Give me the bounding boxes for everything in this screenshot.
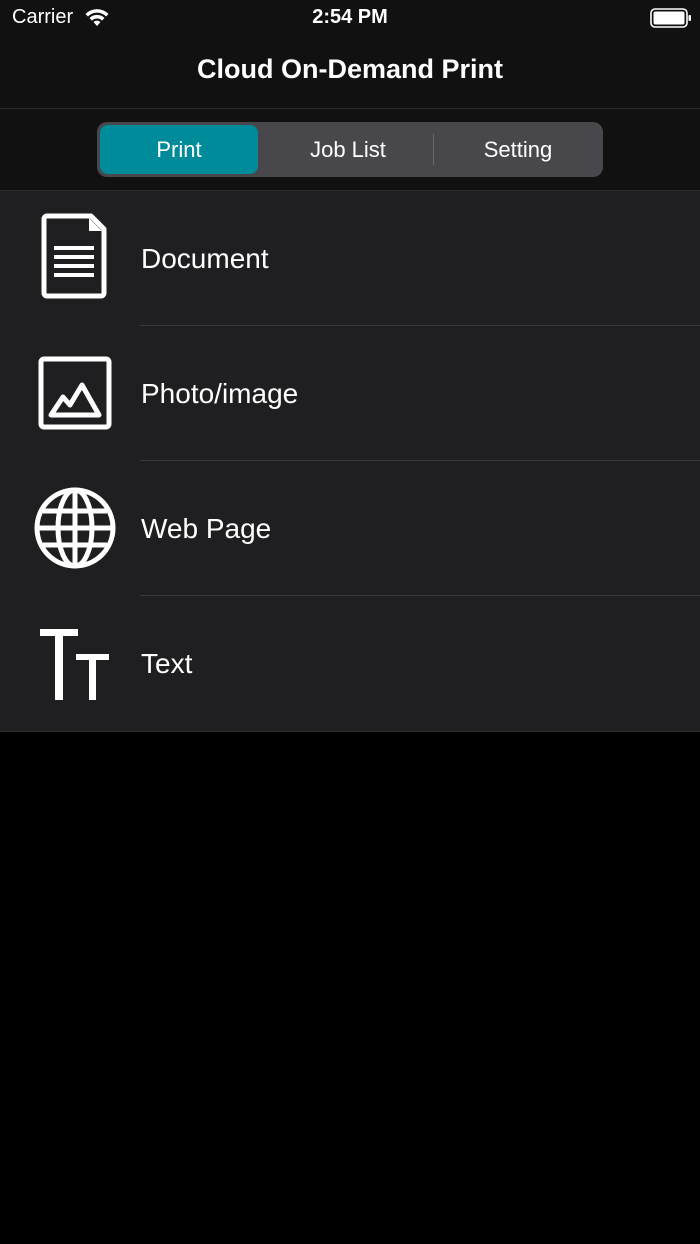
print-type-list: Document Photo/image Web Page Text <box>0 191 700 732</box>
tab-job-list[interactable]: Job List <box>265 125 431 174</box>
list-item-photo-image[interactable]: Photo/image <box>0 326 700 461</box>
web-page-label: Web Page <box>141 513 272 544</box>
status-bar: Carrier 2:54 PM <box>0 0 700 36</box>
list-item-document[interactable]: Document <box>0 191 700 326</box>
tab-print[interactable]: Print <box>100 125 258 174</box>
segment-area: Print Job List Setting <box>0 109 700 191</box>
photo-icon <box>38 356 112 430</box>
document-label: Document <box>141 243 269 274</box>
list-item-web-page[interactable]: Web Page <box>0 461 700 596</box>
segmented-control: Print Job List Setting <box>97 122 603 177</box>
navigation-bar: Cloud On-Demand Print <box>0 36 700 109</box>
photo-image-label: Photo/image <box>141 378 299 409</box>
globe-icon <box>34 487 116 569</box>
document-icon <box>41 213 107 299</box>
battery-icon <box>650 8 691 28</box>
empty-area <box>0 732 700 1244</box>
text-label: Text <box>141 648 193 679</box>
text-icon <box>40 629 109 700</box>
tab-setting[interactable]: Setting <box>435 125 601 174</box>
status-time: 2:54 PM <box>312 6 388 28</box>
list-item-text[interactable]: Text <box>0 596 700 731</box>
segment-divider <box>433 134 434 165</box>
page-title: Cloud On-Demand Print <box>197 54 503 84</box>
